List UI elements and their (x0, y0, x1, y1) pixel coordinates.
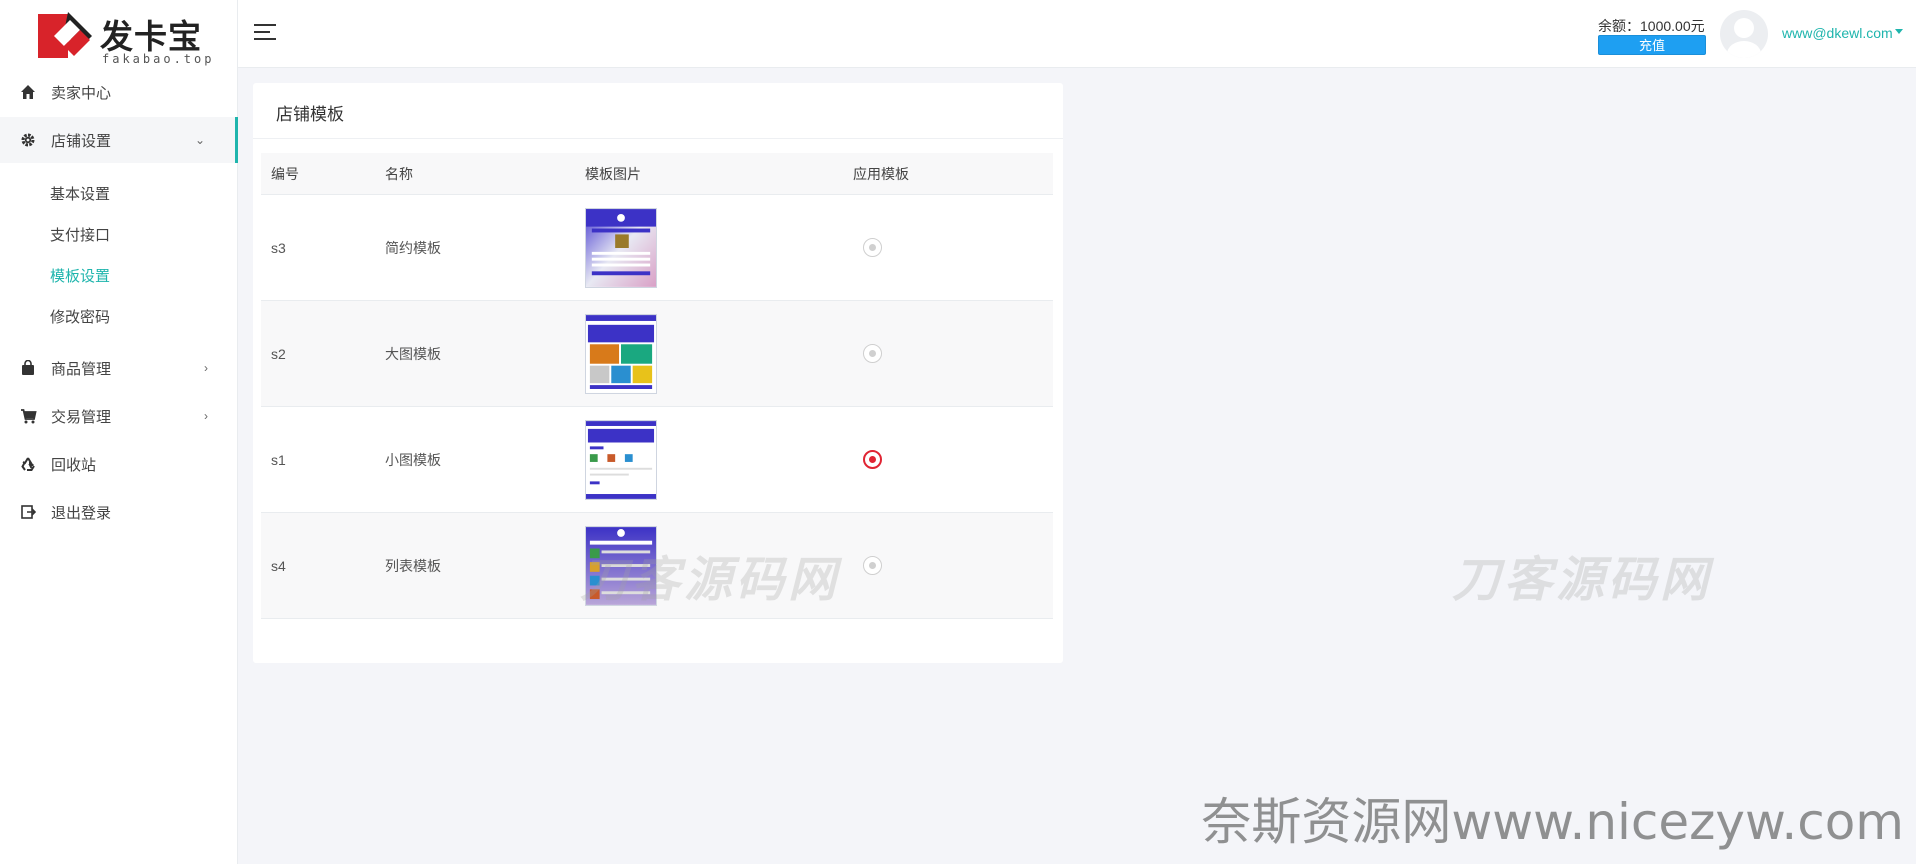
user-email[interactable]: www@dkewl.com (1782, 25, 1893, 41)
apply-radio[interactable] (863, 344, 882, 363)
sidebar-item-label: 交易管理 (51, 408, 112, 426)
row-name: 小图模板 (385, 451, 441, 468)
avatar[interactable] (1720, 10, 1768, 58)
sidebar-item-label: 店铺设置 (51, 132, 112, 150)
apply-radio[interactable] (863, 238, 882, 257)
home-icon (19, 83, 37, 101)
sidebar-subitem-payment[interactable]: 支付接口 (50, 224, 110, 245)
table-row: s3 简约模板 (261, 195, 1053, 301)
sidebar-item-logout[interactable]: 退出登录 (0, 489, 238, 535)
panel-divider (253, 138, 1063, 139)
sidebar-item-label: 退出登录 (51, 504, 112, 522)
sidebar-subitem-basic-settings[interactable]: 基本设置 (50, 183, 110, 204)
brand-name: 发卡宝 (100, 17, 202, 56)
cart-icon (19, 407, 37, 425)
watermark: 刀客源码网 (1452, 552, 1713, 608)
sidebar-item-seller-center[interactable]: 卖家中心 (0, 69, 238, 115)
watermark: 刀客源码网 (580, 552, 841, 608)
sidebar-item-shop-settings[interactable]: 店铺设置 ⌄ (0, 117, 238, 163)
apply-radio[interactable] (863, 450, 882, 469)
apply-cell (853, 450, 1053, 469)
sidebar-subitem-change-password[interactable]: 修改密码 (50, 306, 110, 327)
logout-icon (19, 503, 37, 521)
sidebar: 发卡宝 fakabao.top 卖家中心 店铺设置 ⌄ 基本设置 支付接口 模板… (0, 0, 238, 864)
template-thumbnail-cell (585, 207, 853, 288)
sidebar-item-label: 商品管理 (51, 360, 112, 378)
brand-domain: fakabao.top (102, 52, 215, 66)
sidebar-item-products[interactable]: 商品管理 › (0, 345, 238, 391)
template-thumbnail-cell (585, 313, 853, 394)
sidebar-item-label: 卖家中心 (51, 84, 112, 102)
template-thumbnail[interactable] (585, 419, 657, 500)
top-header: 余额：1000.00元 充值 www@dkewl.com (238, 0, 1916, 68)
apply-cell (853, 238, 1053, 257)
row-id: s1 (271, 451, 286, 468)
row-id: s4 (271, 557, 286, 574)
sidebar-item-label: 回收站 (51, 456, 97, 474)
template-thumbnail-cell (585, 419, 853, 500)
table-row: s1 小图模板 (261, 407, 1053, 513)
column-header-apply: 应用模板 (853, 165, 909, 182)
chevron-down-icon: ⌄ (194, 133, 205, 147)
column-header-image: 模板图片 (585, 165, 641, 182)
table-header: 编号 名称 模板图片 应用模板 (261, 153, 1053, 195)
row-name: 大图模板 (385, 345, 441, 362)
bag-icon (19, 359, 37, 377)
sidebar-item-recycle-bin[interactable]: 回收站 (0, 441, 238, 487)
panel-title: 店铺模板 (276, 105, 344, 124)
row-name: 列表模板 (385, 557, 441, 574)
balance-text: 余额：1000.00元 (1598, 18, 1705, 34)
recharge-button[interactable]: 充值 (1598, 35, 1706, 55)
template-thumbnail[interactable] (585, 313, 657, 394)
chevron-right-icon: › (204, 409, 208, 423)
apply-cell (853, 556, 1053, 575)
gear-icon (19, 131, 37, 149)
logo[interactable]: 发卡宝 fakabao.top (34, 6, 211, 66)
column-header-name: 名称 (385, 165, 413, 182)
caret-down-icon[interactable] (1895, 29, 1903, 34)
template-thumbnail[interactable] (585, 207, 657, 288)
table-row: s2 大图模板 (261, 301, 1053, 407)
watermark: 奈斯资源网www.nicezyw.com (1201, 793, 1904, 851)
sidebar-subitem-templates[interactable]: 模板设置 (50, 265, 110, 286)
logo-mark-icon (38, 12, 92, 58)
apply-radio[interactable] (863, 556, 882, 575)
row-id: s2 (271, 345, 286, 362)
apply-cell (853, 344, 1053, 363)
row-id: s3 (271, 239, 286, 256)
recycle-icon (19, 455, 37, 473)
chevron-right-icon: › (204, 361, 208, 375)
sidebar-item-transactions[interactable]: 交易管理 › (0, 393, 238, 439)
column-header-id: 编号 (271, 165, 299, 182)
row-name: 简约模板 (385, 239, 441, 256)
menu-toggle-icon[interactable] (254, 24, 276, 42)
